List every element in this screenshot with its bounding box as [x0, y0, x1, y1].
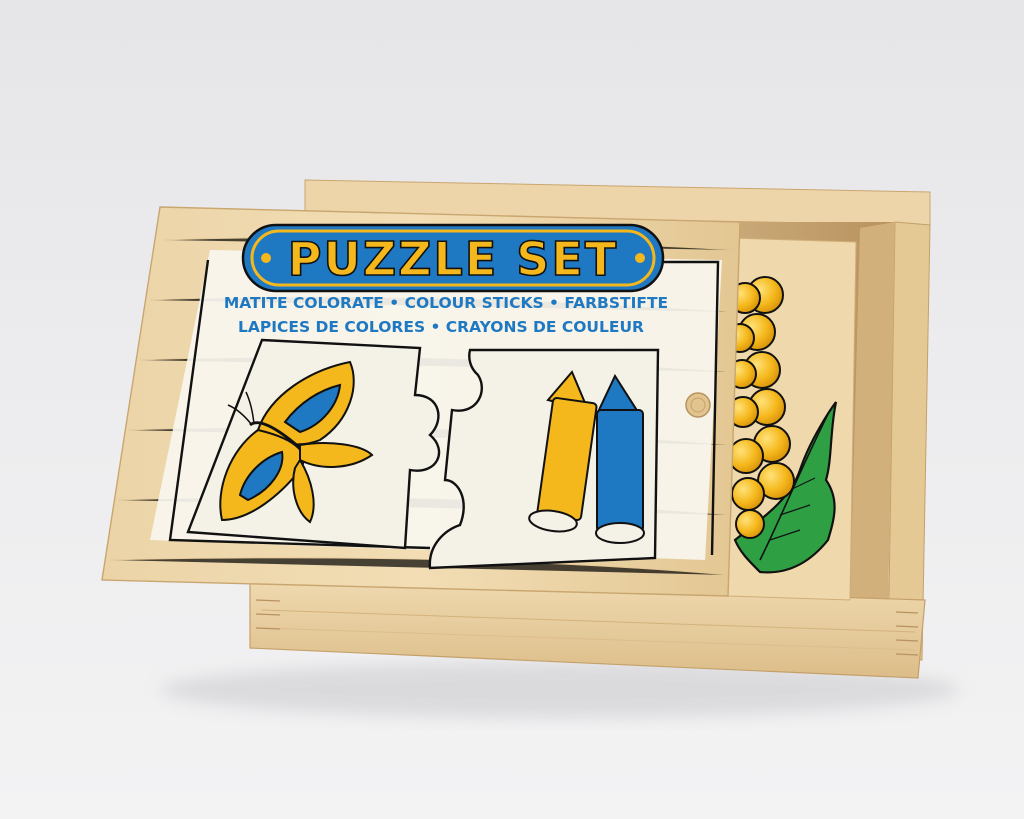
lid-knob[interactable]	[685, 392, 711, 418]
box-lid: PUZZLE SET MATITE COLORATE • COLOUR STIC…	[101, 206, 741, 597]
grapes-puzzle-piece	[725, 237, 857, 601]
lid-title: PUZZLE SET	[288, 232, 618, 286]
product-photo: PUZZLE SET MATITE COLORATE • COLOUR STIC…	[101, 179, 960, 718]
lid-subtitle-line2: LAPICES DE COLORES • CRAYONS DE COULEUR	[238, 318, 644, 336]
lid-subtitle-line1: MATITE COLORATE • COLOUR STICKS • FARBST…	[224, 294, 668, 312]
title-banner: PUZZLE SET	[241, 223, 665, 293]
